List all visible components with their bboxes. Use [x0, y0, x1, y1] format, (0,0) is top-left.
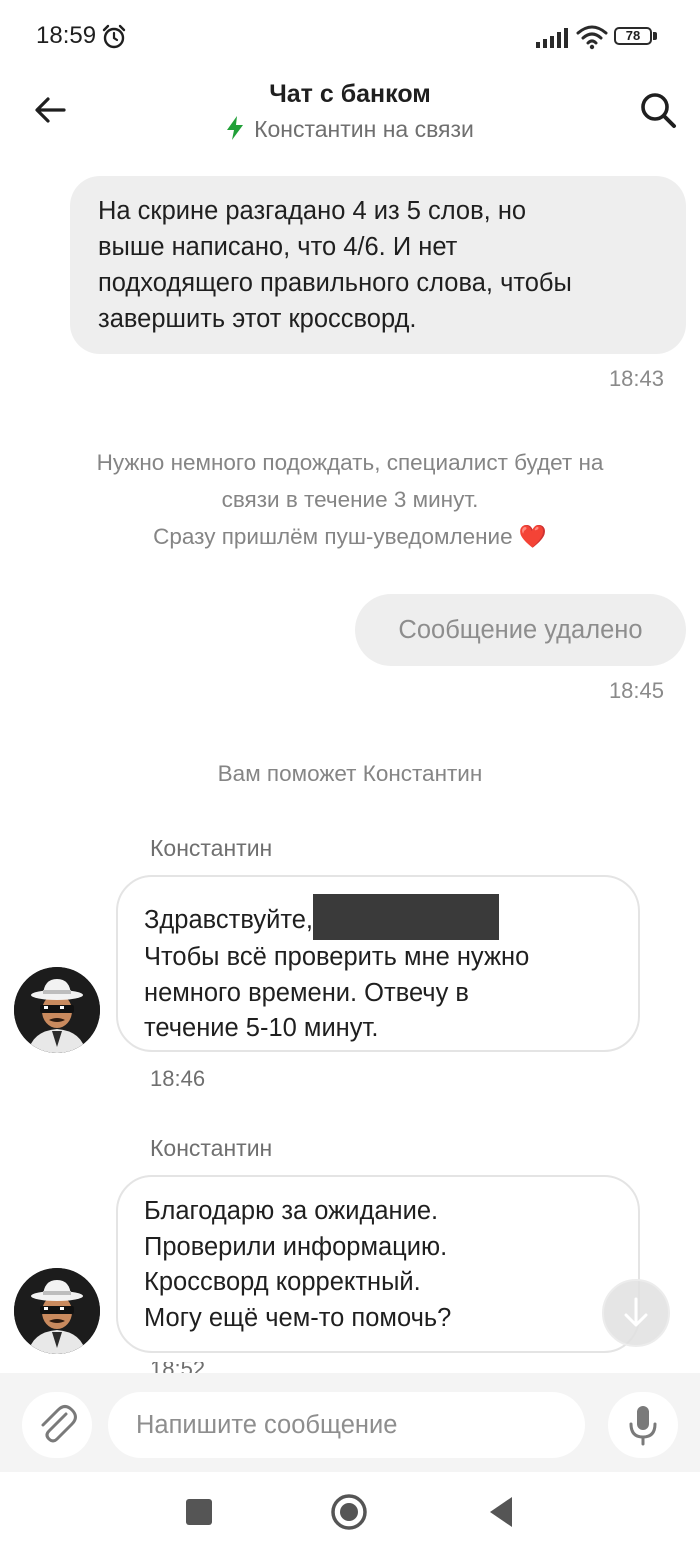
message-time: 18:43 [608, 366, 664, 391]
agent-avatar [14, 967, 100, 1053]
alarm-icon [102, 24, 126, 49]
paperclip-icon [41, 1405, 77, 1443]
message-time: 18:46 [150, 1066, 206, 1091]
status-time: 18:59 [36, 22, 97, 49]
back-triangle-icon[interactable] [486, 1495, 516, 1529]
message-time: 18:45 [608, 678, 664, 703]
message-line: Благодарю за ожидание. [144, 1197, 439, 1225]
system-notice-line: связи в течение 3 минут. [221, 487, 479, 512]
voice-message-button[interactable] [608, 1392, 678, 1458]
square-icon[interactable] [184, 1497, 214, 1527]
system-navigation-bar [0, 1472, 700, 1556]
outgoing-message[interactable]: На скрине разгадано 4 из 5 слов, но выше… [70, 176, 686, 354]
chat-subtitle-text: Константин на связи [254, 116, 474, 142]
status-bar: 18:59 78 [0, 0, 700, 76]
message-line: завершить этот кроссворд. [98, 305, 417, 333]
agent-avatar-image [14, 1268, 100, 1354]
message-time: 18:52 [150, 1362, 205, 1373]
composer-bar: Напишите сообщение [0, 1373, 700, 1472]
agent-avatar [14, 1268, 100, 1354]
system-notice: Нужно немного подождать, специалист буде… [0, 444, 700, 555]
message-line: выше написано, что 4/6. И нет [98, 233, 458, 261]
redacted-name [312, 894, 499, 940]
message-time-text: 18:52 [150, 1362, 205, 1373]
lightning-icon [227, 116, 244, 140]
home-circle-icon[interactable] [330, 1493, 368, 1531]
microphone-icon [629, 1406, 657, 1446]
chat-title: Чат с банком [269, 80, 431, 108]
message-line: Могу ещё чем-то помочь? [144, 1303, 452, 1332]
signal-icon [536, 28, 568, 48]
message-line: течение 5-10 минут. [144, 1014, 379, 1042]
incoming-message[interactable]: Благодарю за ожидание. Проверили информа… [116, 1175, 640, 1353]
message-line: Проверили информацию. [144, 1232, 448, 1261]
battery-tip [653, 32, 657, 40]
wifi-icon [576, 25, 608, 50]
message-line: подходящего правильного слова, чтобы [98, 269, 572, 297]
operator-assigned-notice: Вам поможет Константин [217, 761, 483, 786]
message-line: На скрине разгадано 4 из 5 слов, но [98, 197, 527, 225]
system-notice-line: Нужно немного подождать, специалист буде… [96, 450, 604, 475]
sender-name: Константин [150, 1135, 273, 1161]
attach-button[interactable] [22, 1392, 92, 1458]
system-notice-line: Сразу пришлём пуш-уведомление ❤️ [153, 524, 547, 549]
scroll-to-bottom-button[interactable] [602, 1279, 670, 1347]
chat-subtitle: Константин на связи [0, 116, 700, 143]
message-line: немного времени. Отвечу в [144, 978, 469, 1007]
message-input[interactable]: Напишите сообщение [108, 1392, 585, 1458]
search-icon[interactable] [636, 88, 680, 132]
message-input-placeholder: Напишите сообщение [136, 1411, 398, 1439]
message-line: Кроссворд корректный. [144, 1268, 421, 1296]
incoming-message[interactable]: Здравствуйте, Чтобы всё проверить мне ну… [116, 875, 640, 1052]
message-line: Чтобы всё проверить мне нужно [144, 943, 530, 971]
deleted-message[interactable]: Сообщение удалено [355, 594, 686, 666]
arrow-down-icon [624, 1297, 648, 1327]
greeting-text: Здравствуйте, [144, 906, 313, 934]
agent-avatar-image [14, 967, 100, 1053]
sender-name: Константин [150, 835, 273, 861]
battery-indicator: 78 [614, 27, 652, 45]
